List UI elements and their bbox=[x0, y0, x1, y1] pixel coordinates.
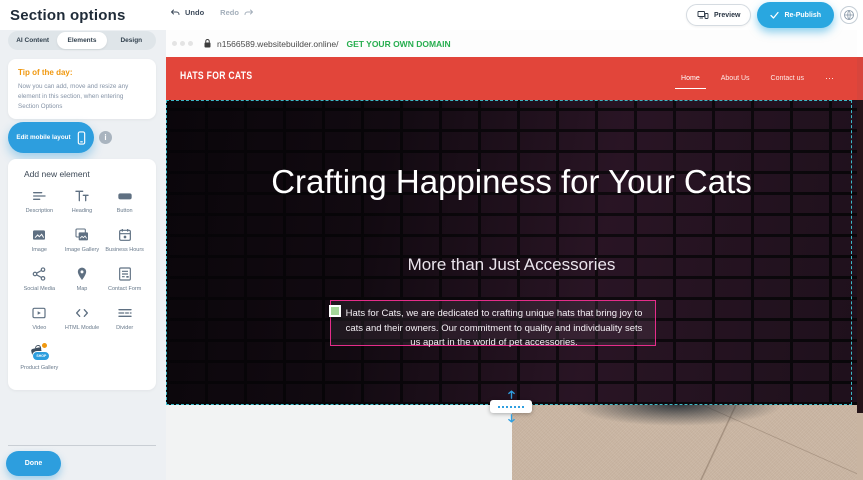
element-product-gallery[interactable]: SHOP Product Gallery bbox=[18, 344, 61, 372]
element-image-gallery[interactable]: Image Gallery bbox=[61, 226, 104, 254]
sidebar-divider bbox=[8, 445, 156, 446]
selected-paragraph-element[interactable]: Hats for Cats, we are dedicated to craft… bbox=[330, 300, 656, 346]
element-drag-handle[interactable] bbox=[329, 305, 341, 317]
element-business-hours[interactable]: Business Hours bbox=[103, 226, 146, 254]
heading-icon bbox=[73, 187, 91, 205]
button-icon bbox=[116, 187, 134, 205]
redo-button[interactable]: Redo bbox=[220, 8, 254, 17]
video-icon bbox=[30, 304, 48, 322]
topbar-actions: Preview Re-Publish bbox=[686, 0, 858, 30]
devices-icon bbox=[697, 10, 709, 20]
nav-contact-us[interactable]: Contact us bbox=[771, 75, 804, 82]
tip-of-the-day-card: Tip of the day: Now you can add, move an… bbox=[8, 59, 156, 119]
tip-heading: Tip of the day: bbox=[18, 68, 146, 77]
nav-about-us[interactable]: About Us bbox=[721, 75, 750, 82]
republish-button[interactable]: Re-Publish bbox=[757, 2, 834, 28]
add-element-panel: Add new element Description Heading Butt… bbox=[8, 159, 156, 390]
image-gallery-icon bbox=[73, 226, 91, 244]
divider-icon bbox=[116, 304, 134, 322]
window-dots bbox=[172, 41, 193, 46]
section-resize-handle[interactable] bbox=[490, 400, 532, 413]
nav-home[interactable]: Home bbox=[681, 75, 700, 82]
undo-icon bbox=[170, 8, 181, 17]
undo-button[interactable]: Undo bbox=[170, 8, 204, 17]
element-map[interactable]: Map bbox=[61, 265, 104, 293]
resize-arrow-down-icon bbox=[503, 414, 519, 423]
lock-icon bbox=[203, 38, 212, 49]
map-icon bbox=[73, 265, 91, 283]
tab-ai-content[interactable]: AI Content bbox=[8, 31, 57, 50]
globe-icon bbox=[843, 9, 855, 21]
element-image[interactable]: Image bbox=[18, 226, 61, 254]
check-icon bbox=[770, 11, 779, 19]
language-globe-button[interactable] bbox=[840, 6, 858, 24]
hero-heading[interactable]: Crafting Happiness for Your Cats bbox=[202, 162, 822, 202]
url-text: n1566589.websitebuilder.online/ bbox=[217, 39, 338, 49]
done-button[interactable]: Done bbox=[6, 451, 61, 476]
element-contact-form[interactable]: Contact Form bbox=[103, 265, 146, 293]
window-dot bbox=[172, 41, 177, 46]
edit-mobile-layout-button[interactable]: Edit mobile layout bbox=[8, 122, 94, 153]
element-description[interactable]: Description bbox=[18, 187, 61, 215]
get-domain-link[interactable]: GET YOUR OWN DOMAIN bbox=[346, 39, 450, 49]
preview-button[interactable]: Preview bbox=[686, 4, 751, 26]
sidebar: AI Content Elements Design Tip of the da… bbox=[0, 28, 166, 480]
grip-dots bbox=[498, 406, 524, 408]
image-icon bbox=[30, 226, 48, 244]
element-divider[interactable]: Divider bbox=[103, 304, 146, 332]
window-dot bbox=[180, 41, 185, 46]
hero-section[interactable] bbox=[166, 100, 857, 405]
browser-chrome: n1566589.websitebuilder.online/ GET YOUR… bbox=[166, 30, 857, 57]
next-section-image[interactable] bbox=[512, 405, 857, 480]
element-social-media[interactable]: Social Media bbox=[18, 265, 61, 293]
edge-hero-sliver bbox=[857, 100, 863, 413]
element-button[interactable]: Button bbox=[103, 187, 146, 215]
edge-header-sliver bbox=[857, 57, 863, 100]
edge-section-sliver bbox=[857, 413, 863, 480]
element-video[interactable]: Video bbox=[18, 304, 61, 332]
element-html-module[interactable]: HTML Module bbox=[61, 304, 104, 332]
product-gallery-icon: SHOP bbox=[30, 344, 48, 362]
phone-icon bbox=[77, 131, 86, 145]
business-hours-icon bbox=[116, 226, 134, 244]
site-header[interactable]: HATS FOR CATS Home About Us Contact us ⋯ bbox=[166, 57, 857, 100]
notification-badge bbox=[41, 342, 48, 349]
shop-tag: SHOP bbox=[32, 351, 50, 361]
description-icon bbox=[30, 187, 48, 205]
info-icon[interactable]: i bbox=[99, 131, 112, 144]
site-nav: Home About Us Contact us ⋯ bbox=[681, 57, 835, 100]
window-dot bbox=[188, 41, 193, 46]
resize-arrow-up-icon bbox=[503, 390, 519, 399]
topbar: Section options Undo Redo Preview Re-Pub… bbox=[0, 0, 863, 30]
hero-paragraph[interactable]: Hats for Cats, we are dedicated to craft… bbox=[331, 301, 655, 351]
element-grid: Description Heading Button Image Image G bbox=[8, 185, 156, 372]
app-window: Section options Undo Redo Preview Re-Pub… bbox=[0, 0, 863, 480]
hero-subheading[interactable]: More than Just Accessories bbox=[202, 255, 822, 275]
contact-form-icon bbox=[116, 265, 134, 283]
tab-elements[interactable]: Elements bbox=[57, 32, 106, 49]
add-element-title: Add new element bbox=[8, 167, 156, 185]
sidebar-tabs: AI Content Elements Design bbox=[8, 31, 156, 50]
html-module-icon bbox=[73, 304, 91, 322]
site-logo[interactable]: HATS FOR CATS bbox=[180, 70, 252, 82]
site-preview: HATS FOR CATS Home About Us Contact us ⋯… bbox=[166, 57, 857, 480]
social-media-icon bbox=[30, 265, 48, 283]
tab-design[interactable]: Design bbox=[107, 31, 156, 50]
page-title: Section options bbox=[10, 7, 126, 24]
next-section-background[interactable] bbox=[166, 405, 512, 480]
tip-body: Now you can add, move and resize any ele… bbox=[18, 82, 146, 111]
nav-more-icon[interactable]: ⋯ bbox=[825, 73, 835, 84]
element-heading[interactable]: Heading bbox=[61, 187, 104, 215]
redo-icon bbox=[243, 8, 254, 17]
canvas-edge-strip bbox=[857, 0, 863, 480]
undo-redo-group: Undo Redo bbox=[170, 8, 254, 17]
